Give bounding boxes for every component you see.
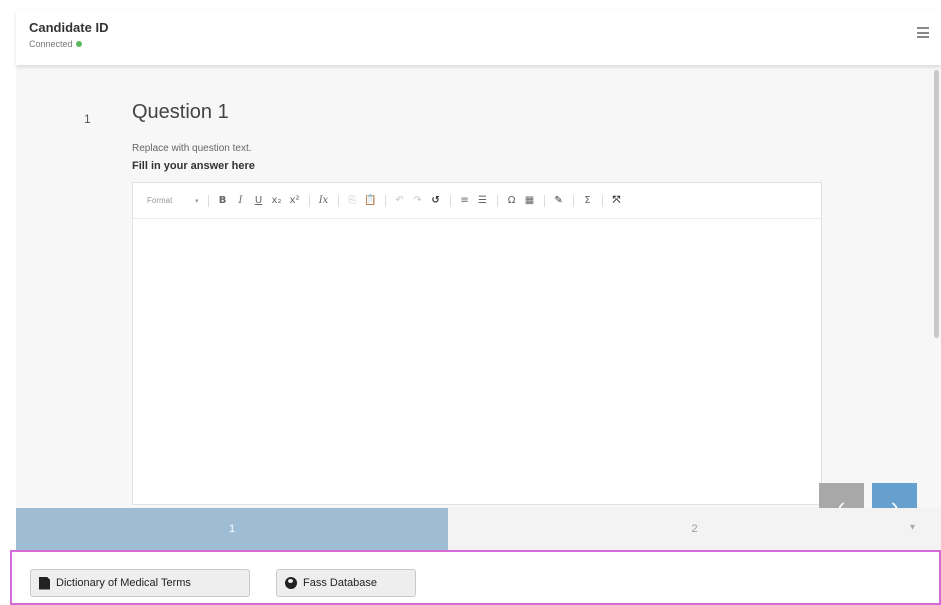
italic-icon[interactable]: I [234,193,248,209]
document-icon [39,576,50,590]
toolbar-divider [337,194,339,207]
copy-icon[interactable]: ⎘ [346,193,360,209]
header-bar: Candidate ID Connected [16,10,941,65]
fass-database-button[interactable]: Fass Database [276,569,416,597]
globe-icon [285,577,297,589]
toolbar-divider [543,194,545,207]
redo-icon[interactable]: ↷ [411,193,425,209]
remove-format-icon[interactable]: Ix [317,193,331,209]
editor-text-area[interactable] [133,220,821,504]
table-icon[interactable]: ▦ [523,193,537,209]
tab-question-2[interactable]: 2 [448,508,941,550]
bulleted-list-icon[interactable]: ☰ [476,193,490,209]
toolbar-divider [384,194,386,207]
scrollbar-thumb[interactable] [934,70,939,338]
undo-icon[interactable]: ↶ [393,193,407,209]
candidate-id: Candidate ID [29,20,109,35]
connection-status: Connected [29,39,82,49]
superscript-icon[interactable]: x² [288,193,302,209]
question-number: 1 [84,112,91,126]
dictionary-button[interactable]: Dictionary of Medical Terms [30,569,250,597]
sigma-icon[interactable]: Σ [581,193,595,209]
subscript-icon[interactable]: x₂ [270,193,284,209]
question-tabs: 1 2 ▾ [16,508,941,550]
question-text: Replace with question text. [132,143,252,154]
connected-dot-icon [75,41,82,47]
editor-toolbar: Format ▾ B I U x₂ x² Ix ⎘ 📋 ↶ ↷ ↺ ≡ ☰ Ω … [133,183,821,219]
resources-bar: Dictionary of Medical Terms Fass Databas… [10,550,941,605]
toolbar-divider [207,194,209,207]
numbered-list-icon[interactable]: ≡ [458,193,472,209]
toolbar-divider [449,194,451,207]
toolbar-divider [496,194,498,207]
toolbar-divider [308,194,310,207]
fullscreen-icon[interactable]: ⤧ [610,193,624,209]
tab-question-1[interactable]: 1 [16,508,448,550]
answer-instruction: Fill in your answer here [132,160,255,172]
toolbar-divider [572,194,574,207]
dictionary-button-label: Dictionary of Medical Terms [56,577,191,589]
format-dropdown[interactable]: Format [147,196,195,205]
paste-icon[interactable]: 📋 [364,193,378,209]
chevron-down-icon[interactable]: ▾ [910,522,915,533]
answer-editor: Format ▾ B I U x₂ x² Ix ⎘ 📋 ↶ ↷ ↺ ≡ ☰ Ω … [132,182,822,505]
bold-icon[interactable]: B [216,193,230,209]
underline-icon[interactable]: U [252,193,266,209]
spellcheck-icon[interactable]: ↺ [429,193,443,209]
hamburger-menu-icon[interactable] [917,27,929,38]
question-title: Question 1 [132,101,229,123]
pen-icon[interactable]: ✎ [552,193,566,209]
special-character-icon[interactable]: Ω [505,193,519,209]
connection-status-label: Connected [29,39,73,49]
toolbar-divider [601,194,603,207]
chevron-down-icon[interactable]: ▾ [195,197,199,205]
fass-database-button-label: Fass Database [303,577,377,589]
